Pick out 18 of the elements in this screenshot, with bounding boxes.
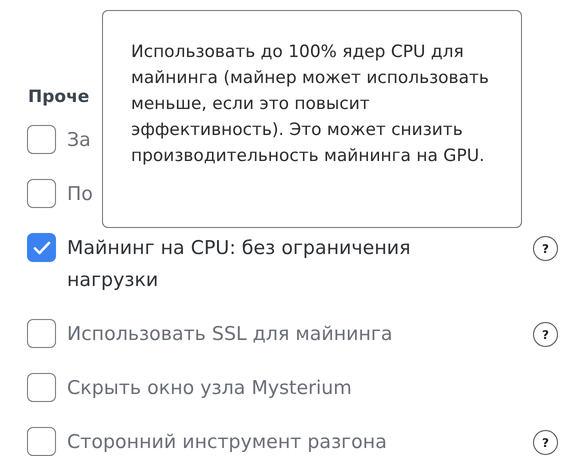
- help-icon[interactable]: ?: [533, 430, 558, 455]
- help-icon[interactable]: ?: [533, 236, 558, 261]
- checkbox[interactable]: [27, 319, 56, 348]
- option-label: Использовать SSL для майнинга: [67, 322, 393, 347]
- section-title: Проче: [28, 86, 90, 109]
- checkbox[interactable]: [27, 125, 56, 154]
- option-label: Майнинг на CPU: без ограничения нагрузки: [67, 236, 412, 293]
- option-label: За: [67, 128, 91, 153]
- option-label: Сторонний инструмент разгона: [67, 430, 387, 455]
- help-icon[interactable]: ?: [533, 322, 558, 347]
- checkbox[interactable]: [27, 373, 56, 402]
- tooltip: Использовать до 100% ядер CPU для майнинга (майнер может использовать меньше, если это повысит эффективность). Это может снизить производительность майнинга на GPU.: [102, 10, 522, 228]
- checkbox[interactable]: [27, 179, 56, 208]
- check-icon: [32, 240, 50, 254]
- checkbox[interactable]: [27, 427, 56, 456]
- checkbox[interactable]: [27, 233, 56, 262]
- option-label: Скрыть окно узла Mysterium: [67, 376, 352, 401]
- option-label: По: [67, 182, 93, 207]
